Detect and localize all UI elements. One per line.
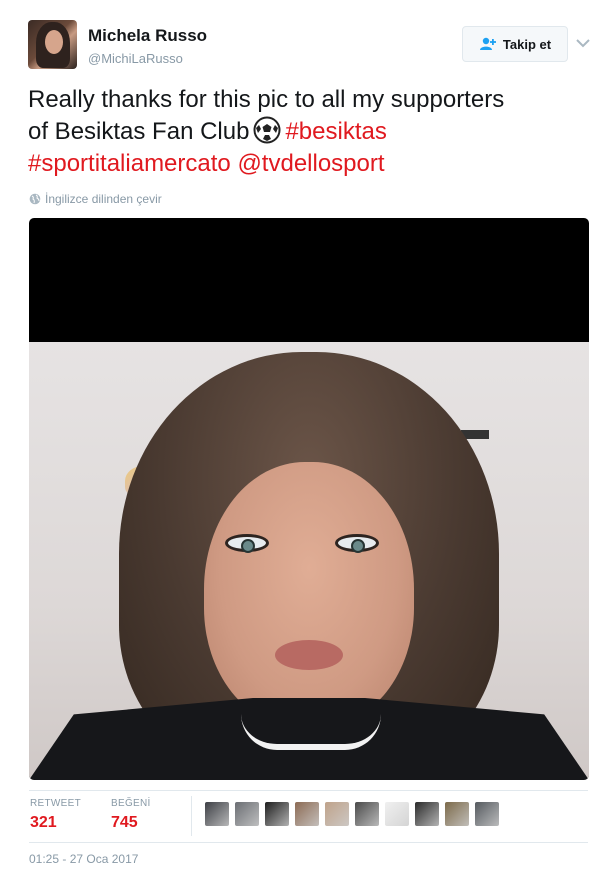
hashtag-sportitaliamercato[interactable]: #sportitaliamercato bbox=[28, 150, 231, 177]
add-user-icon bbox=[479, 37, 496, 50]
tweet-timestamp[interactable]: 01:25 - 27 Oca 2017 bbox=[29, 852, 138, 866]
photo-image bbox=[29, 342, 589, 780]
tweet-header: Michela Russo @MichiLaRusso Takip et bbox=[28, 20, 598, 72]
stats-separator bbox=[191, 796, 192, 836]
tweet-photo[interactable] bbox=[29, 218, 589, 780]
likes-label: BEĞENİ bbox=[111, 798, 151, 809]
avatar[interactable] bbox=[28, 20, 77, 69]
user-name[interactable]: Michela Russo bbox=[88, 26, 207, 46]
liker-avatar[interactable] bbox=[265, 802, 289, 826]
translate-label: İngilizce dilinden çevir bbox=[45, 192, 162, 206]
liker-avatar[interactable] bbox=[445, 802, 469, 826]
tweet-line-2: of Besiktas Fan Club bbox=[28, 118, 250, 145]
divider bbox=[29, 790, 588, 791]
retweet-label: RETWEET bbox=[30, 798, 81, 809]
liker-avatar[interactable] bbox=[325, 802, 349, 826]
liker-avatar[interactable] bbox=[355, 802, 379, 826]
mention-tvdellosport[interactable]: @tvdellosport bbox=[237, 150, 384, 177]
soccer-ball-icon bbox=[253, 116, 281, 144]
likes-count: 745 bbox=[111, 814, 138, 831]
divider bbox=[29, 842, 588, 843]
follow-button-label: Takip et bbox=[502, 36, 552, 52]
liker-avatar[interactable] bbox=[415, 802, 439, 826]
tweet-text: Really thanks for this pic to all my sup… bbox=[28, 84, 588, 180]
follow-button[interactable]: Takip et bbox=[462, 26, 568, 62]
retweet-stat[interactable]: RETWEET 321 bbox=[30, 798, 81, 832]
liker-avatar[interactable] bbox=[475, 802, 499, 826]
tweet-line-1: Really thanks for this pic to all my sup… bbox=[28, 86, 505, 113]
liker-avatar[interactable] bbox=[385, 802, 409, 826]
liker-avatar[interactable] bbox=[205, 802, 229, 826]
retweet-count: 321 bbox=[30, 814, 57, 831]
hashtag-besiktas[interactable]: #besiktas bbox=[285, 118, 386, 145]
user-handle[interactable]: @MichiLaRusso bbox=[88, 51, 183, 66]
likes-stat[interactable]: BEĞENİ 745 bbox=[111, 798, 151, 832]
chevron-down-icon[interactable] bbox=[575, 36, 591, 50]
liker-avatar[interactable] bbox=[295, 802, 319, 826]
liker-avatars bbox=[205, 802, 499, 826]
translate-link[interactable]: İngilizce dilinden çevir bbox=[29, 192, 162, 206]
liker-avatar[interactable] bbox=[235, 802, 259, 826]
globe-icon bbox=[29, 193, 41, 205]
